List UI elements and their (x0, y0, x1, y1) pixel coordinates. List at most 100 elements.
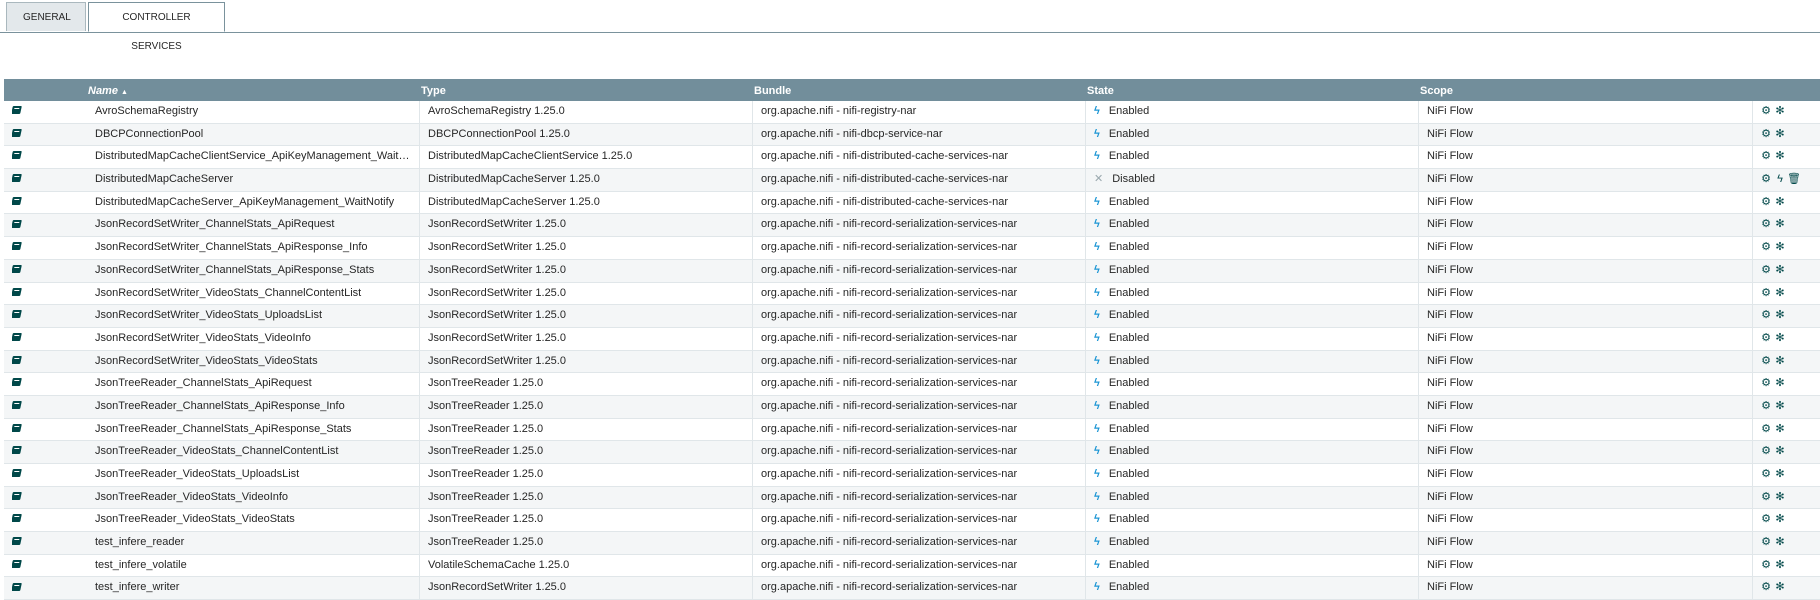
book-icon[interactable] (12, 401, 22, 410)
disable-icon[interactable]: ✻ (1773, 351, 1787, 373)
usage-cell[interactable] (12, 555, 32, 577)
disable-icon[interactable]: ✻ (1773, 464, 1787, 486)
book-icon[interactable] (12, 514, 22, 523)
book-icon[interactable] (12, 219, 22, 228)
disable-icon[interactable]: ✻ (1773, 305, 1787, 327)
disable-icon[interactable]: ✻ (1773, 555, 1787, 577)
disable-icon[interactable]: ✻ (1773, 441, 1787, 463)
table-row[interactable]: JsonTreeReader_VideoStats_UploadsList Jso… (4, 464, 1820, 487)
disable-icon[interactable]: ✻ (1773, 237, 1787, 259)
table-row[interactable]: JsonRecordSetWriter_ChannelStats_ApiRequ… (4, 214, 1820, 238)
book-icon[interactable] (12, 106, 22, 115)
gear-icon[interactable]: ⚙ (1759, 146, 1773, 168)
usage-cell[interactable] (12, 509, 32, 531)
gear-icon[interactable]: ⚙ (1759, 509, 1773, 531)
disable-icon[interactable]: ✻ (1773, 283, 1787, 305)
disable-icon[interactable]: ✻ (1773, 192, 1787, 214)
table-row[interactable]: test_infere_writer JsonRecordSetWriter 1.… (4, 577, 1820, 600)
disable-icon[interactable]: ✻ (1773, 328, 1787, 350)
book-icon[interactable] (12, 242, 22, 251)
table-row[interactable]: JsonTreeReader_ChannelStats_ApiResponse_… (4, 395, 1820, 419)
usage-cell[interactable] (12, 532, 32, 554)
usage-cell[interactable] (12, 577, 32, 599)
usage-cell[interactable] (12, 146, 32, 168)
table-row[interactable]: JsonRecordSetWriter_VideoStats_ChannelCo… (4, 282, 1820, 306)
gear-icon[interactable]: ⚙ (1759, 441, 1773, 463)
usage-cell[interactable] (12, 351, 32, 373)
disable-icon[interactable]: ✻ (1773, 214, 1787, 236)
usage-cell[interactable] (12, 124, 32, 146)
usage-cell[interactable] (12, 237, 32, 259)
usage-cell[interactable] (12, 305, 32, 327)
gear-icon[interactable]: ⚙ (1759, 532, 1773, 554)
book-icon[interactable] (12, 264, 22, 273)
gear-icon[interactable]: ⚙ (1759, 237, 1773, 259)
book-icon[interactable] (12, 378, 22, 387)
table-row[interactable]: AvroSchemaRegistry AvroSchemaRegistry 1.2… (4, 101, 1820, 124)
usage-cell[interactable] (12, 283, 32, 305)
trash-icon[interactable]: 🗑 (1787, 169, 1801, 191)
tab-general[interactable]: GENERAL (6, 2, 86, 31)
table-row[interactable]: DistributedMapCacheClientService_ApiKeyM… (4, 146, 1820, 170)
usage-cell[interactable] (12, 169, 32, 191)
gear-icon[interactable]: ⚙ (1759, 577, 1773, 599)
gear-icon[interactable]: ⚙ (1759, 487, 1773, 509)
gear-icon[interactable]: ⚙ (1759, 328, 1773, 350)
gear-icon[interactable]: ⚙ (1759, 169, 1773, 191)
table-row[interactable]: JsonRecordSetWriter_VideoStats_VideoInfo… (4, 327, 1820, 351)
table-row[interactable]: DBCPConnectionPool DBCPConnectionPool 1.2… (4, 123, 1820, 147)
usage-cell[interactable] (12, 260, 32, 282)
disable-icon[interactable]: ✻ (1773, 124, 1787, 146)
disable-icon[interactable]: ✻ (1773, 509, 1787, 531)
gear-icon[interactable]: ⚙ (1759, 214, 1773, 236)
book-icon[interactable] (12, 559, 22, 568)
table-row[interactable]: JsonTreeReader_VideoStats_VideoStats Json… (4, 509, 1820, 533)
gear-icon[interactable]: ⚙ (1759, 373, 1773, 395)
gear-icon[interactable]: ⚙ (1759, 124, 1773, 146)
table-row[interactable]: JsonTreeReader_ChannelStats_ApiResponse_… (4, 418, 1820, 442)
book-icon[interactable] (12, 446, 22, 455)
gear-icon[interactable]: ⚙ (1759, 283, 1773, 305)
book-icon[interactable] (12, 174, 22, 183)
disable-icon[interactable]: ✻ (1773, 577, 1787, 599)
usage-cell[interactable] (12, 214, 32, 236)
table-row[interactable]: DistributedMapCacheServer_ApiKeyManageme… (4, 191, 1820, 215)
book-icon[interactable] (12, 151, 22, 160)
book-icon[interactable] (12, 355, 22, 364)
book-icon[interactable] (12, 128, 22, 137)
disable-icon[interactable]: ✻ (1773, 487, 1787, 509)
book-icon[interactable] (12, 423, 22, 432)
book-icon[interactable] (12, 332, 22, 341)
tab-controller-services[interactable]: CONTROLLER SERVICES (88, 2, 225, 52)
usage-cell[interactable] (12, 441, 32, 463)
table-row[interactable]: JsonRecordSetWriter_VideoStats_VideoStat… (4, 350, 1820, 374)
gear-icon[interactable]: ⚙ (1759, 396, 1773, 418)
disable-icon[interactable]: ✻ (1773, 260, 1787, 282)
usage-cell[interactable] (12, 419, 32, 441)
usage-cell[interactable] (12, 328, 32, 350)
usage-cell[interactable] (12, 487, 32, 509)
gear-icon[interactable]: ⚙ (1759, 101, 1773, 123)
disable-icon[interactable]: ✻ (1773, 101, 1787, 123)
bolt-icon[interactable]: ϟ (1773, 169, 1787, 191)
table-row[interactable]: JsonRecordSetWriter_VideoStats_UploadsLi… (4, 305, 1820, 328)
book-icon[interactable] (12, 491, 22, 500)
gear-icon[interactable]: ⚙ (1759, 419, 1773, 441)
table-row[interactable]: JsonRecordSetWriter_ChannelStats_ApiResp… (4, 259, 1820, 283)
disable-icon[interactable]: ✻ (1773, 419, 1787, 441)
book-icon[interactable] (12, 310, 22, 319)
book-icon[interactable] (12, 287, 22, 296)
table-row[interactable]: JsonRecordSetWriter_ChannelStats_ApiResp… (4, 237, 1820, 260)
usage-cell[interactable] (12, 396, 32, 418)
disable-icon[interactable]: ✻ (1773, 146, 1787, 168)
table-row[interactable]: JsonTreeReader_VideoStats_ChannelContent… (4, 441, 1820, 464)
disable-icon[interactable]: ✻ (1773, 396, 1787, 418)
table-row[interactable]: test_infere_reader JsonTreeReader 1.25.0 o… (4, 532, 1820, 555)
usage-cell[interactable] (12, 464, 32, 486)
gear-icon[interactable]: ⚙ (1759, 192, 1773, 214)
table-row[interactable]: JsonTreeReader_VideoStats_VideoInfo JsonT… (4, 486, 1820, 510)
gear-icon[interactable]: ⚙ (1759, 260, 1773, 282)
gear-icon[interactable]: ⚙ (1759, 305, 1773, 327)
book-icon[interactable] (12, 582, 22, 591)
usage-cell[interactable] (12, 192, 32, 214)
